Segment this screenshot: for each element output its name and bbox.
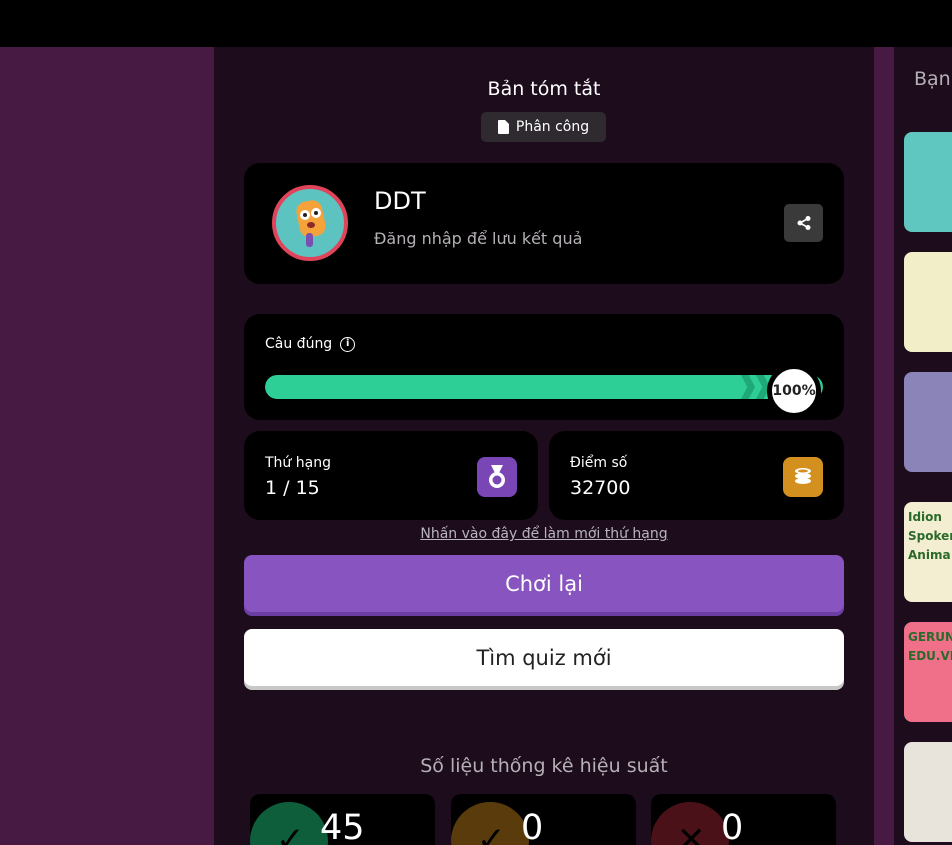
- medal-icon: [477, 457, 517, 497]
- incorrect-count-card: ✕ 0: [651, 794, 836, 845]
- incorrect-count: 0: [721, 808, 744, 845]
- score-label: Điểm số: [570, 455, 628, 471]
- play-again-button[interactable]: Chơi lại: [244, 555, 844, 612]
- lavender-thumbnail[interactable]: [904, 372, 952, 472]
- share-button[interactable]: [784, 204, 823, 242]
- check-icon: ✓: [276, 820, 305, 845]
- assign-button[interactable]: Phân công: [481, 112, 606, 142]
- rank-label: Thứ hạng: [265, 455, 331, 471]
- profile-card: DDT Đăng nhập để lưu kết quả: [244, 163, 844, 284]
- dinosaur-thumbnail[interactable]: [904, 252, 952, 352]
- partial-count-card: ✓ 0: [451, 794, 636, 845]
- find-new-quiz-button[interactable]: Tìm quiz mới: [244, 629, 844, 686]
- zebra-thumbnail[interactable]: [904, 132, 952, 232]
- recommendations-label: Bạn: [914, 68, 951, 90]
- refresh-rank-link[interactable]: Nhấn vào đây để làm mới thứ hạng: [214, 526, 874, 542]
- accuracy-label: Câu đúng: [265, 336, 333, 352]
- right-divider: [874, 47, 894, 845]
- profile-name: DDT: [374, 187, 426, 215]
- correct-count: 45: [320, 808, 365, 845]
- gerunds-thumbnail[interactable]: GERUNDS EDU.VN: [904, 622, 952, 722]
- thumbnail-text: GERUNDS EDU.VN: [908, 630, 952, 664]
- rank-card: Thứ hạng 1 / 15: [244, 431, 538, 520]
- performance-title: Số liệu thống kê hiệu suất: [420, 755, 668, 777]
- assign-button-label: Phân công: [515, 119, 590, 135]
- check-icon: ✓: [477, 820, 506, 845]
- score-card: Điểm số 32700: [549, 431, 844, 520]
- info-icon[interactable]: i: [340, 336, 356, 352]
- accuracy-progress-bar: [265, 375, 823, 399]
- avatar: [272, 185, 348, 261]
- summary-title: Bản tóm tắt: [487, 78, 601, 100]
- correct-count-card: ✓ 45: [250, 794, 435, 845]
- partial-count: 0: [521, 808, 544, 845]
- left-panel: [0, 47, 214, 845]
- document-icon: [497, 120, 509, 134]
- accuracy-percent-badge: 100%: [768, 365, 820, 417]
- score-value: 32700: [570, 477, 631, 499]
- login-prompt[interactable]: Đăng nhập để lưu kết quả: [374, 229, 582, 248]
- accuracy-card: Câu đúng i 100%: [244, 314, 844, 420]
- idioms-thumbnail[interactable]: Idion Spoken Anima: [904, 502, 952, 602]
- share-icon: [797, 216, 810, 230]
- rank-value: 1 / 15: [265, 477, 320, 499]
- recommendations-panel: Bạn Idion Spoken Anima GERUNDS EDU.VN: [894, 47, 952, 845]
- top-bar: [0, 0, 952, 47]
- meme-thumbnail[interactable]: [904, 742, 952, 842]
- x-icon: ✕: [677, 820, 706, 845]
- summary-panel: Bản tóm tắt Phân công DDT Đăng nhập để l…: [214, 47, 874, 845]
- thumbnail-text: Idion Spoken Anima: [908, 510, 952, 563]
- accuracy-label-row: Câu đúng i: [265, 336, 356, 352]
- accuracy-progress-fill: [265, 375, 823, 399]
- coins-icon: [783, 457, 823, 497]
